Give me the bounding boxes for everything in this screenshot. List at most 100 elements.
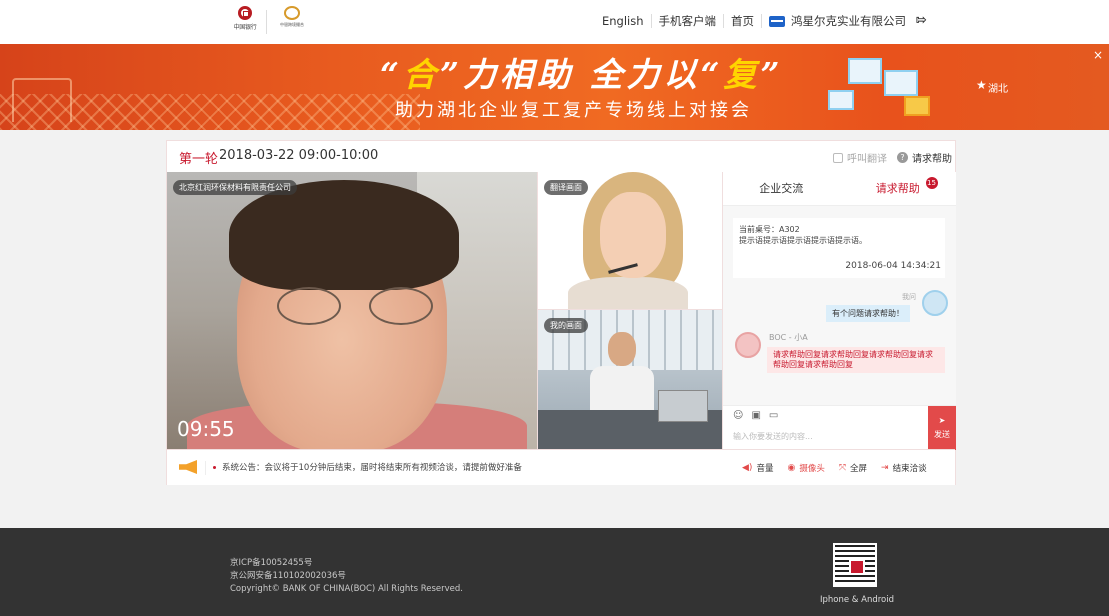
tab-business-chat[interactable]: 企业交流 xyxy=(723,172,840,205)
my-video-head xyxy=(608,332,636,366)
table-number: 当前桌号：A302 xyxy=(739,225,800,234)
chat-panel: 企业交流 请求帮助 15 当前桌号：A302 提示语提示语提示语提示语提示语。 … xyxy=(722,172,956,450)
emoji-icon[interactable]: ☺ xyxy=(733,410,743,421)
footer-info: 京ICP备10052455号 京公网安备110102002036号 Copyri… xyxy=(230,557,463,596)
nav-english-link[interactable]: English xyxy=(602,14,651,28)
chat-tools: ☺ ▣ ▭ xyxy=(733,410,778,421)
boc-logo-icon xyxy=(238,6,252,20)
boc-avatar xyxy=(735,332,761,358)
top-nav: English 手机客户端 首页 鸿星尔克实业有限公司 ⇰ xyxy=(602,14,934,28)
banner-close-icon[interactable]: × xyxy=(1093,48,1103,62)
my-message-label: 我问 xyxy=(902,293,916,301)
banner-title: “合”力相助 全力以“复” xyxy=(380,55,784,94)
camera-icon: ◉ xyxy=(787,463,796,473)
translator-video-tag: 翻译画面 xyxy=(544,180,588,195)
speaker-glasses xyxy=(277,287,447,327)
help-count-badge: 15 xyxy=(925,177,938,189)
question-icon: ? xyxy=(897,152,908,163)
notice-timestamp: 2018-06-04 14:34:21 xyxy=(845,261,941,271)
camera-button[interactable]: ◉ 摄像头 xyxy=(787,462,824,474)
screen-illustration xyxy=(904,96,930,116)
partner-logo[interactable]: 中银跨境撮合 xyxy=(272,6,312,38)
event-banner: “合”力相助 全力以“复” 助力湖北企业复工复产专场线上对接会 ★ 湖北 × xyxy=(0,44,1109,130)
send-icon: ➤ xyxy=(938,416,946,425)
banner-subtitle: 助力湖北企业复工复产专场线上对接会 xyxy=(395,100,752,121)
security-number[interactable]: 京公网安备110102002036号 xyxy=(230,570,463,583)
my-avatar xyxy=(922,290,948,316)
company-logo-icon xyxy=(769,15,786,27)
file-icon[interactable]: ▭ xyxy=(769,410,778,421)
end-meeting-label: 结束洽谈 xyxy=(892,464,927,474)
boc-logo[interactable]: 中国银行 xyxy=(228,6,262,38)
send-label: 发送 xyxy=(934,430,950,439)
screen-illustration xyxy=(884,70,918,96)
call-translator-button[interactable]: 呼叫翻译 xyxy=(833,150,887,165)
my-video[interactable]: 我的画面 xyxy=(537,309,722,449)
banner-title-part1: 合 xyxy=(402,55,440,94)
page-footer: 京ICP备10052455号 京公网安备110102002036号 Copyri… xyxy=(0,528,1109,616)
boc-message: 请求帮助回复请求帮助回复请求帮助回复请求帮助回复请求帮助回复 xyxy=(767,347,945,373)
exit-icon: ⇥ xyxy=(881,463,889,473)
volume-button[interactable]: ◀) 音量 xyxy=(742,462,773,474)
banner-title-part2: 力相助 全力以 xyxy=(462,55,701,94)
chat-tabs: 企业交流 请求帮助 15 xyxy=(723,172,956,206)
my-message: 有个问题请求帮助！ xyxy=(826,305,910,322)
tab-request-help-label: 请求帮助 xyxy=(875,182,920,195)
nav-company[interactable]: 鸿星尔克实业有限公司 ⇰ xyxy=(761,14,934,28)
system-announcement: 系统公告：会议将于10分钟后结束，届时将结束所有视频洽谈，请提前做好准备 xyxy=(222,463,522,473)
bullet-dot xyxy=(213,466,216,469)
chat-input[interactable]: 输入你要发送的内容... xyxy=(733,431,813,442)
announcement-bar: 系统公告：会议将于10分钟后结束，届时将结束所有视频洽谈，请提前做好准备 ◀) 音… xyxy=(167,449,955,485)
nav-mobile-link[interactable]: 手机客户端 xyxy=(650,14,724,28)
top-header: 中国银行 中银跨境撮合 English 手机客户端 首页 鸿星尔克实业有限公司 … xyxy=(0,0,1109,44)
meeting-panel: 第一轮 2018-03-22 09:00-10:00 呼叫翻译 ? 请求帮助 北… xyxy=(166,140,956,485)
table-notice-card: 当前桌号：A302 提示语提示语提示语提示语提示语。 2018-06-04 14… xyxy=(733,218,945,278)
logout-icon[interactable]: ⇰ xyxy=(916,14,927,28)
call-translator-label: 呼叫翻译 xyxy=(847,154,887,165)
banner-illustration xyxy=(820,52,940,122)
logo-divider xyxy=(266,10,267,34)
volume-icon: ◀) xyxy=(742,463,753,473)
session-bar: 第一轮 2018-03-22 09:00-10:00 呼叫翻译 ? 请求帮助 xyxy=(167,141,955,172)
boc-sender-label: BOC - 小A xyxy=(769,333,808,342)
tab-request-help[interactable]: 请求帮助 15 xyxy=(840,172,957,205)
chat-input-area: ☺ ▣ ▭ 输入你要发送的内容... ➤ 发送 xyxy=(723,405,956,450)
fullscreen-button[interactable]: ⤧ 全屏 xyxy=(839,462,867,474)
partner-logo-text: 中银跨境撮合 xyxy=(280,22,304,27)
copyright-text: Copyright© BANK OF CHINA(BOC) All Rights… xyxy=(230,584,463,594)
speaker-hair xyxy=(229,180,459,290)
meeting-controls: ◀) 音量 ◉ 摄像头 ⤧ 全屏 ⇥ 结束洽谈 xyxy=(742,462,927,474)
boc-logo-text: 中国银行 xyxy=(233,24,257,31)
end-meeting-button[interactable]: ⇥ 结束洽谈 xyxy=(881,462,927,474)
phone-icon xyxy=(833,152,843,163)
divider xyxy=(205,461,206,475)
company-name: 鸿星尔克实业有限公司 xyxy=(791,14,907,28)
fullscreen-icon: ⤧ xyxy=(838,463,847,473)
nav-home-link[interactable]: 首页 xyxy=(723,14,761,28)
screen-illustration xyxy=(848,58,882,84)
my-video-tag: 我的画面 xyxy=(544,318,588,333)
banner-gate-decoration xyxy=(12,78,72,122)
screen-illustration xyxy=(828,90,854,110)
countdown-timer: 09:55 xyxy=(177,417,235,441)
main-video-company-tag: 北京红润环保材料有限责任公司 xyxy=(173,180,297,195)
image-icon[interactable]: ▣ xyxy=(751,410,760,421)
icp-number[interactable]: 京ICP备10052455号 xyxy=(230,557,463,570)
camera-label: 摄像头 xyxy=(799,464,825,474)
notice-hint: 提示语提示语提示语提示语提示语。 xyxy=(739,236,867,245)
volume-label: 音量 xyxy=(756,464,774,474)
translator-video[interactable]: 翻译画面 xyxy=(537,172,722,309)
request-help-button[interactable]: ? 请求帮助 xyxy=(897,150,952,165)
megaphone-icon xyxy=(179,460,197,474)
send-button[interactable]: ➤ 发送 xyxy=(928,406,956,450)
request-help-label: 请求帮助 xyxy=(912,154,952,165)
laptop-image xyxy=(658,390,708,422)
translator-body xyxy=(568,277,688,309)
main-video[interactable]: 北京红润环保材料有限责任公司 09:55 xyxy=(167,172,537,449)
banner-map-label: 湖北 xyxy=(988,84,1008,95)
app-qr-code xyxy=(833,543,877,587)
fullscreen-label: 全屏 xyxy=(850,464,868,474)
session-time: 2018-03-22 09:00-10:00 xyxy=(219,148,379,163)
star-icon: ★ xyxy=(976,78,987,92)
partner-logo-icon xyxy=(284,6,300,20)
